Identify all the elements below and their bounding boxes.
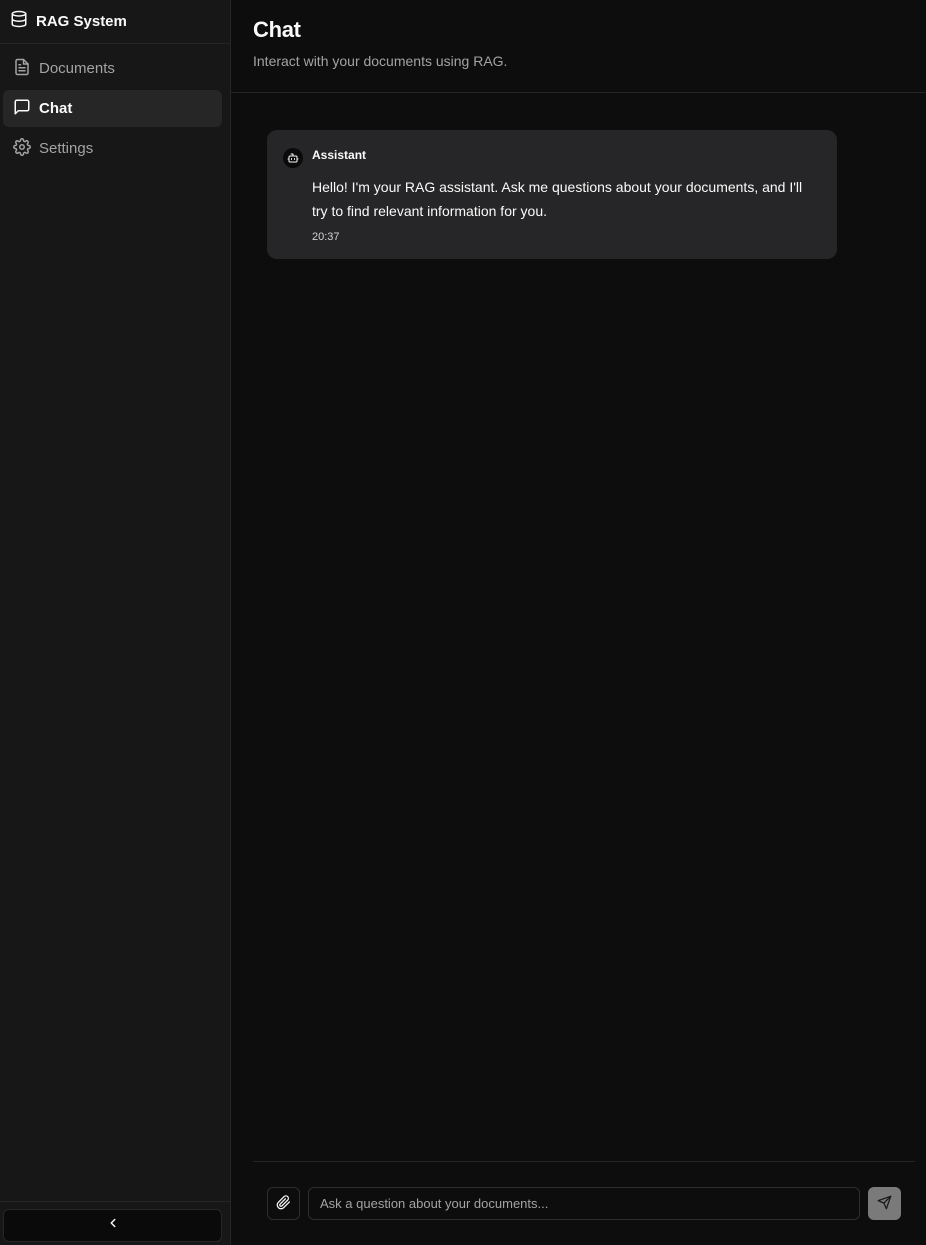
sidebar-item-chat[interactable]: Chat <box>3 90 222 127</box>
paperclip-icon <box>276 1194 291 1213</box>
sidebar-nav: Documents Chat Settings <box>0 44 230 167</box>
sidebar-item-label: Documents <box>39 60 115 77</box>
message-body: Assistant Hello! I'm your RAG assistant.… <box>312 148 819 243</box>
main-content: Chat Interact with your documents using … <box>231 0 926 1245</box>
database-icon <box>10 10 28 33</box>
send-icon <box>877 1195 892 1213</box>
message-timestamp: 20:37 <box>312 231 340 243</box>
sidebar-item-label: Settings <box>39 140 94 157</box>
page-title: Chat <box>253 17 301 42</box>
message-author: Assistant <box>312 148 367 162</box>
gear-icon <box>13 137 31 160</box>
page-header: Chat Interact with your documents using … <box>231 0 926 93</box>
app-title: RAG System <box>36 13 127 30</box>
message-square-icon <box>13 98 31 120</box>
message-list: Assistant Hello! I'm your RAG assistant.… <box>231 93 926 1245</box>
sidebar-item-settings[interactable]: Settings <box>3 130 222 167</box>
app-root: RAG System Documents Chat Settings Chat … <box>0 0 926 1245</box>
sidebar-footer <box>0 1201 230 1245</box>
send-button[interactable] <box>868 1187 901 1220</box>
chat-input[interactable] <box>308 1187 860 1220</box>
chevron-left-icon <box>106 1216 120 1235</box>
file-text-icon <box>13 58 31 80</box>
brand: RAG System <box>0 0 230 44</box>
attach-file-button[interactable] <box>267 1187 300 1220</box>
chat-composer <box>253 1161 915 1245</box>
page-subtitle: Interact with your documents using RAG. <box>253 53 508 69</box>
bot-icon <box>283 148 303 168</box>
sidebar-item-documents[interactable]: Documents <box>3 50 222 87</box>
sidebar-item-label: Chat <box>39 100 73 117</box>
assistant-message: Assistant Hello! I'm your RAG assistant.… <box>267 130 837 259</box>
collapse-sidebar-button[interactable] <box>3 1209 222 1242</box>
message-text: Hello! I'm your RAG assistant. Ask me qu… <box>312 179 803 219</box>
sidebar: RAG System Documents Chat Settings <box>0 0 231 1245</box>
